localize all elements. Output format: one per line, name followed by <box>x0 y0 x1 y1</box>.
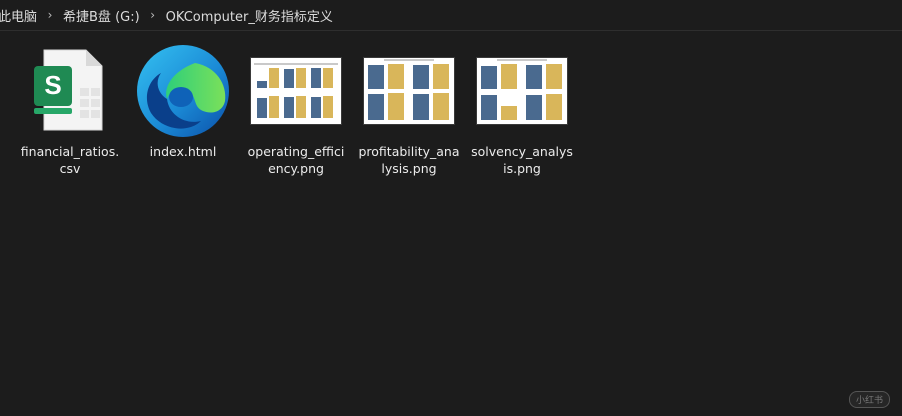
file-item-financial-ratios-csv[interactable]: S financial_ratios.csv <box>18 39 122 189</box>
svg-text:S: S <box>44 70 61 100</box>
chevron-right-icon[interactable]: › <box>142 8 164 22</box>
file-name: index.html <box>149 144 217 159</box>
file-name: financial_ratios.csv <box>20 144 120 176</box>
image-thumbnail <box>470 39 574 143</box>
file-name: profitability_analysis.png <box>358 144 460 176</box>
file-item-profitability-analysis-png[interactable]: profitability_analysis.png <box>357 39 461 189</box>
image-thumbnail <box>357 39 461 143</box>
chevron-right-icon[interactable]: › <box>39 8 61 22</box>
edge-browser-icon <box>131 39 235 143</box>
image-thumbnail <box>244 39 348 143</box>
watermark: 小红书 <box>848 391 890 408</box>
file-list: S financial_ratios.csv index.html operat… <box>0 31 902 416</box>
breadcrumb-drive[interactable]: 希捷B盘 (G:) <box>61 6 142 25</box>
file-item-operating-efficiency-png[interactable]: operating_efficiency.png <box>244 39 348 189</box>
file-name: operating_efficiency.png <box>247 144 345 176</box>
file-item-index-html[interactable]: index.html <box>131 39 235 189</box>
file-item-solvency-analysis-png[interactable]: solvency_analysis.png <box>470 39 574 189</box>
breadcrumb-this-pc[interactable]: 此电脑 <box>0 6 39 25</box>
csv-spreadsheet-icon: S <box>18 39 122 143</box>
file-name: solvency_analysis.png <box>471 144 573 176</box>
breadcrumb-folder[interactable]: OKComputer_财务指标定义 <box>164 6 335 25</box>
address-bar[interactable]: 此电脑 › 希捷B盘 (G:) › OKComputer_财务指标定义 <box>0 0 902 31</box>
